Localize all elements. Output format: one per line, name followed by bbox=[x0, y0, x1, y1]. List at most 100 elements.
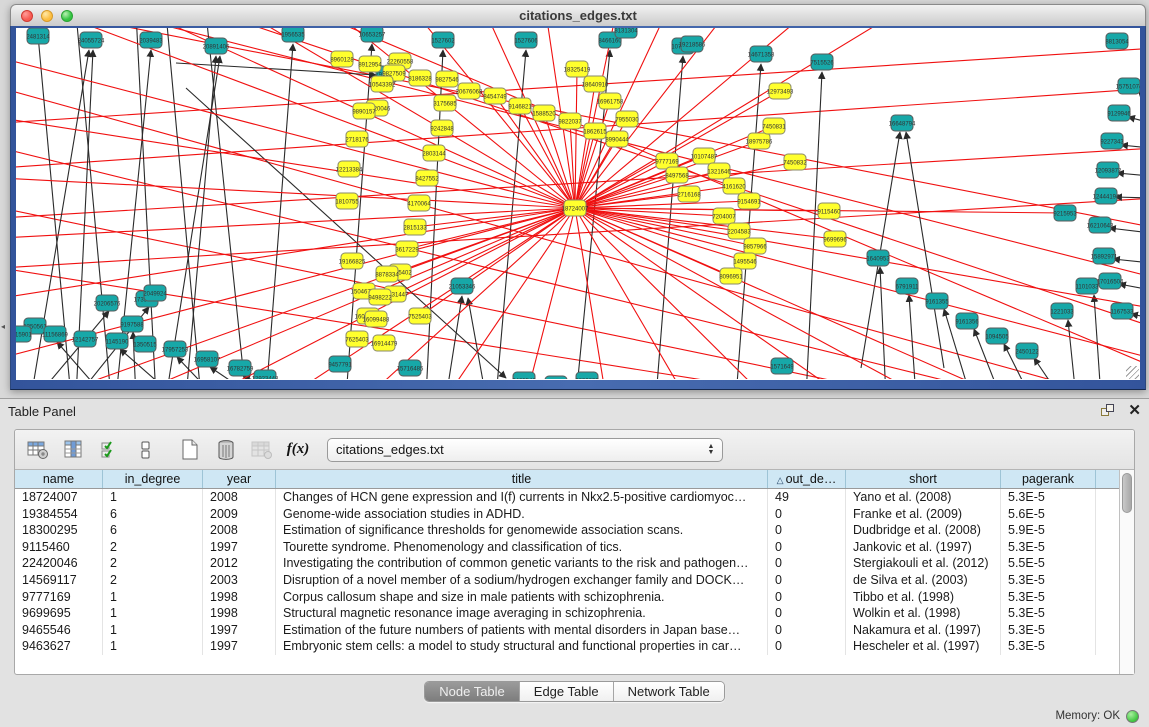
graph-node[interactable]: 20676068 bbox=[456, 83, 483, 99]
graph-node[interactable]: 12093872 bbox=[1095, 162, 1122, 178]
memory-status-icon[interactable] bbox=[1126, 710, 1139, 723]
graph-node[interactable]: 6791911 bbox=[896, 278, 920, 294]
table-row[interactable]: 946554611997Estimation of the future num… bbox=[15, 622, 1119, 639]
graph-node[interactable]: 8096951 bbox=[719, 268, 743, 284]
graph-node[interactable]: 18724007 bbox=[562, 200, 589, 216]
graph-node[interactable]: 16958107 bbox=[194, 351, 221, 367]
graph-node[interactable]: 1588520 bbox=[532, 105, 556, 121]
graph-node[interactable]: 9699695 bbox=[575, 372, 599, 379]
graph-node[interactable]: 20891406 bbox=[203, 38, 230, 54]
graph-node[interactable]: 9215953 bbox=[1053, 205, 1077, 221]
graph-node[interactable]: 10107487 bbox=[691, 148, 718, 164]
table-select-dropdown[interactable]: citations_edges.txt ▲▼ bbox=[327, 438, 723, 462]
close-button[interactable] bbox=[21, 10, 33, 22]
table-row[interactable]: 1872400712008Changes of HCN gene express… bbox=[15, 489, 1119, 506]
graph-node[interactable]: 7450832 bbox=[783, 154, 807, 170]
graph-node[interactable]: 2718176 bbox=[345, 131, 369, 147]
graph-node[interactable]: 7525403 bbox=[408, 308, 432, 324]
column-header[interactable]: year bbox=[203, 470, 276, 488]
column-header[interactable]: △out_de… bbox=[768, 470, 846, 488]
graph-node[interactable]: 16099488 bbox=[363, 311, 390, 327]
graph-node[interactable]: 11156869 bbox=[42, 326, 68, 342]
graph-node[interactable]: 1527606 bbox=[514, 32, 538, 48]
graph-node[interactable]: 2450122 bbox=[1015, 343, 1039, 359]
graph-node[interactable]: 1956535 bbox=[281, 28, 305, 42]
table-row[interactable]: 1938455462009Genome-wide association stu… bbox=[15, 506, 1119, 523]
graph-node[interactable]: 1862615 bbox=[583, 123, 607, 139]
graph-node[interactable]: 8497568 bbox=[665, 167, 689, 183]
graph-node[interactable]: 1571649 bbox=[770, 358, 794, 374]
tab-network-table[interactable]: Network Table bbox=[614, 682, 724, 701]
graph-node[interactable]: 20206576 bbox=[94, 295, 121, 311]
graph-node[interactable]: 19166825 bbox=[339, 253, 366, 269]
graph-node[interactable]: 9129946 bbox=[1107, 105, 1131, 121]
column-header[interactable]: title bbox=[276, 470, 768, 488]
graph-node[interactable]: 9227343 bbox=[1100, 133, 1124, 149]
graph-node[interactable]: 9463627 bbox=[544, 376, 568, 379]
table-row[interactable]: 2242004622012Investigating the contribut… bbox=[15, 555, 1119, 572]
tab-node-table[interactable]: Node Table bbox=[425, 682, 520, 701]
graph-node[interactable]: 9197588 bbox=[120, 316, 144, 332]
graph-node[interactable]: 4161620 bbox=[722, 178, 746, 194]
graph-node[interactable]: 2815133 bbox=[403, 219, 427, 235]
table-row[interactable]: 911546021997Tourette syndrome. Phenomeno… bbox=[15, 539, 1119, 556]
graph-node[interactable]: 1640953 bbox=[866, 250, 890, 266]
graph-node[interactable]: 9827546 bbox=[435, 71, 459, 87]
graph-node[interactable]: 15716485 bbox=[397, 360, 424, 376]
graph-node[interactable]: 8878334 bbox=[375, 266, 399, 282]
graph-node[interactable]: 2803144 bbox=[422, 145, 446, 161]
graph-node[interactable]: 7955030 bbox=[615, 111, 639, 127]
graph-node[interactable]: 1167533 bbox=[1111, 303, 1135, 319]
graph-node[interactable]: 17957253 bbox=[162, 341, 189, 357]
graph-node[interactable]: 9161355 bbox=[925, 293, 949, 309]
graph-node[interactable]: 18975786 bbox=[746, 133, 773, 149]
graph-node[interactable]: 8960128 bbox=[330, 51, 354, 67]
graph-node[interactable]: 8186328 bbox=[408, 70, 432, 86]
graph-node[interactable]: 12973493 bbox=[767, 83, 794, 99]
graph-node[interactable]: 9822037 bbox=[558, 113, 582, 129]
graph-node[interactable]: 16648794 bbox=[889, 115, 916, 131]
graph-node[interactable]: 8990444 bbox=[605, 131, 629, 147]
graph-node[interactable]: 19218586 bbox=[679, 36, 706, 52]
graph-node[interactable]: 12444194 bbox=[1093, 188, 1120, 204]
graph-node[interactable]: 8427552 bbox=[415, 170, 439, 186]
graph-node[interactable]: 1101033 bbox=[1076, 278, 1100, 294]
scrollbar-thumb[interactable] bbox=[1122, 473, 1132, 513]
function-builder-icon[interactable]: f(x) bbox=[285, 437, 311, 463]
graph-node[interactable]: 8454749 bbox=[483, 88, 507, 104]
delete-table-icon[interactable] bbox=[213, 437, 239, 463]
graph-node[interactable]: 9465546 bbox=[512, 372, 536, 379]
graph-node[interactable]: 16914479 bbox=[371, 335, 398, 351]
table-row[interactable]: 1830029562008Estimation of significance … bbox=[15, 522, 1119, 539]
graph-node[interactable]: 1221033 bbox=[1050, 303, 1074, 319]
graph-node[interactable]: 1810755 bbox=[335, 193, 359, 209]
graph-node[interactable]: 2716168 bbox=[677, 186, 701, 202]
graph-node[interactable]: 3915901 bbox=[16, 326, 32, 342]
table-row[interactable]: 969969511998Structural magnetic resonanc… bbox=[15, 605, 1119, 622]
column-header[interactable]: in_degree bbox=[103, 470, 203, 488]
graph-node[interactable]: 10653257 bbox=[359, 28, 386, 42]
graph-node[interactable]: 9154691 bbox=[737, 193, 761, 209]
graph-node[interactable]: 2039483 bbox=[139, 32, 163, 48]
column-header[interactable]: pagerank bbox=[1001, 470, 1096, 488]
row-mode-icon[interactable] bbox=[133, 437, 159, 463]
graph-node[interactable]: 4170064 bbox=[407, 195, 431, 211]
table-row[interactable]: 977716911998Corpus callosum shape and si… bbox=[15, 589, 1119, 606]
collapsed-panel-arrow-icon[interactable]: ◂ bbox=[1, 322, 5, 331]
select-all-check-icon[interactable] bbox=[97, 437, 123, 463]
zoom-button[interactable] bbox=[61, 10, 73, 22]
graph-node[interactable]: 9699696 bbox=[823, 231, 847, 247]
tab-edge-table[interactable]: Edge Table bbox=[520, 682, 614, 701]
graph-node[interactable]: 17016504 bbox=[1097, 273, 1124, 289]
float-panel-icon[interactable] bbox=[1101, 404, 1116, 418]
window-resize-grip[interactable] bbox=[1126, 366, 1139, 379]
graph-node[interactable]: 9242848 bbox=[430, 120, 454, 136]
graph-node[interactable]: 9161356 bbox=[955, 313, 979, 329]
graph-node[interactable]: 1350515 bbox=[133, 336, 157, 352]
network-canvas[interactable]: 2481314240557242039483208914061956535106… bbox=[16, 28, 1140, 380]
table-scrollbar[interactable] bbox=[1119, 470, 1134, 674]
graph-node[interactable]: 1094505 bbox=[985, 328, 1009, 344]
graph-node[interactable]: 1495546 bbox=[733, 253, 757, 269]
graph-node[interactable]: 7515526 bbox=[810, 54, 834, 70]
table-row[interactable]: 946362711997Embryonic stem cells: a mode… bbox=[15, 638, 1119, 655]
